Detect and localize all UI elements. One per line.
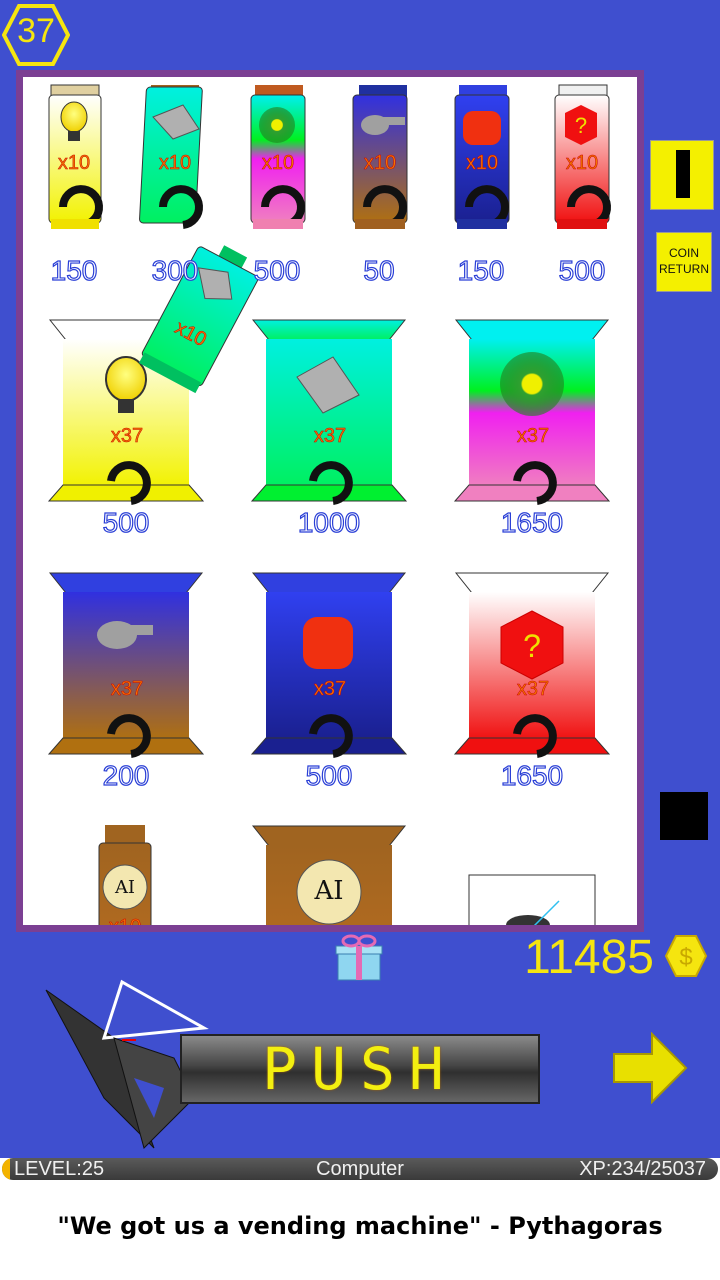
big-pack-whistle[interactable]: x37 bbox=[47, 572, 205, 758]
price-big-cheese: 1000 bbox=[297, 506, 361, 538]
quote-text: "We got us a vending machine" - Pythagor… bbox=[57, 1212, 663, 1240]
coin-balance: 11485 bbox=[524, 931, 654, 984]
svg-text:x37: x37 bbox=[517, 425, 549, 447]
svg-text:x37: x37 bbox=[314, 425, 346, 447]
next-arrow-icon[interactable] bbox=[612, 1032, 688, 1104]
svg-text:?: ? bbox=[575, 113, 587, 138]
svg-text:x10: x10 bbox=[109, 916, 141, 925]
svg-text:x10: x10 bbox=[262, 152, 294, 174]
svg-text:x10: x10 bbox=[364, 152, 396, 174]
big-pack-spring[interactable]: x37 bbox=[250, 572, 408, 758]
big-pack-mystery[interactable]: ? x37 bbox=[453, 572, 611, 758]
price-big-target: 1650 bbox=[500, 506, 564, 538]
gift-icon[interactable] bbox=[334, 932, 384, 982]
svg-text:x10: x10 bbox=[159, 152, 191, 174]
xp-label: XP:234/25037 bbox=[579, 1158, 706, 1180]
push-button[interactable]: PUSH bbox=[180, 1034, 540, 1104]
svg-text:x10: x10 bbox=[566, 152, 598, 174]
big-pack-cheese[interactable]: x37 bbox=[250, 319, 408, 505]
small-tube-target[interactable]: x10 bbox=[250, 85, 306, 229]
price-small-mystery: 500 bbox=[558, 254, 606, 286]
new-product-slot[interactable] bbox=[468, 874, 596, 925]
black-square-marker[interactable] bbox=[660, 792, 708, 840]
svg-text:x37: x37 bbox=[111, 425, 143, 447]
svg-text:x37: x37 bbox=[111, 678, 143, 700]
price-big-whistle: 200 bbox=[102, 759, 150, 791]
game-screen: 37 x10 x10 x10 x10 x10 ? x10 x37 x37 x37… bbox=[0, 0, 720, 1158]
big-pack-coin[interactable]: AI bbox=[251, 825, 407, 925]
vending-machine-window: x10 x10 x10 x10 x10 ? x10 x37 x37 x37 x3… bbox=[16, 70, 644, 932]
svg-text:AI: AI bbox=[114, 877, 135, 898]
svg-text:AI: AI bbox=[313, 876, 343, 906]
coin-symbol: $ bbox=[679, 944, 692, 971]
small-tube-cheese[interactable]: x10 bbox=[139, 85, 203, 229]
price-big-mystery: 1650 bbox=[500, 759, 564, 791]
svg-text:x37: x37 bbox=[314, 678, 346, 700]
small-tube-coin[interactable]: AI x10 bbox=[98, 825, 152, 925]
svg-text:?: ? bbox=[523, 628, 541, 664]
product-shelves: x10 x10 x10 x10 x10 ? x10 x37 x37 x37 x3… bbox=[47, 84, 611, 925]
coin-return-button[interactable]: COIN RETURN bbox=[656, 232, 712, 292]
svg-text:x10: x10 bbox=[466, 152, 498, 174]
big-pack-target[interactable]: x37 bbox=[453, 319, 611, 505]
coin-icon: $ bbox=[664, 935, 708, 977]
price-big-spring: 500 bbox=[305, 759, 353, 791]
small-tube-bulb-qty: x10 bbox=[58, 152, 90, 174]
small-tube-spring[interactable]: x10 bbox=[454, 85, 510, 229]
price-big-bulb: 500 bbox=[102, 506, 150, 538]
xp-status-bar: LEVEL:25 Computer XP:234/25037 bbox=[2, 1158, 718, 1180]
coin-slot-icon bbox=[676, 150, 690, 198]
small-tube-whistle[interactable]: x10 bbox=[352, 85, 408, 229]
svg-text:x37: x37 bbox=[517, 678, 549, 700]
small-tube-mystery[interactable]: ? x10 bbox=[554, 84, 611, 229]
small-tube-bulb[interactable]: x10 bbox=[48, 84, 103, 229]
level-badge-number: 37 bbox=[17, 12, 55, 50]
